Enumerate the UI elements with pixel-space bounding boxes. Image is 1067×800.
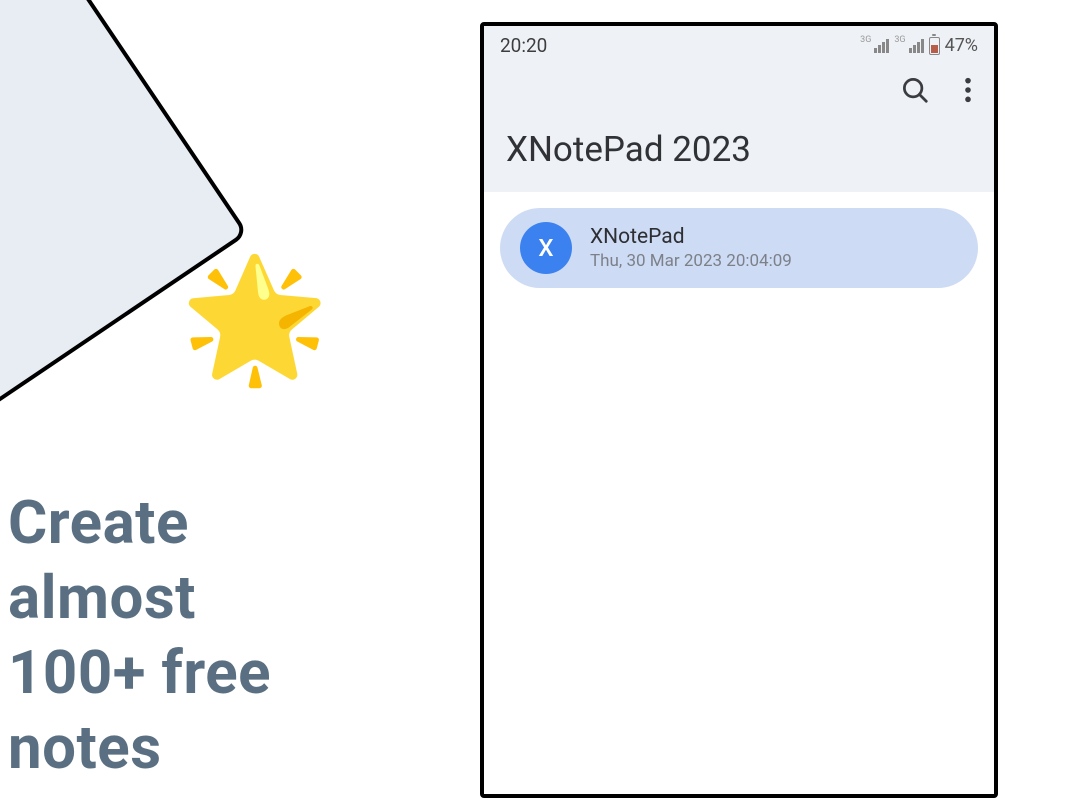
- marketing-line: notes: [8, 710, 271, 785]
- signal-icon: [874, 39, 889, 53]
- marketing-headline: Create almost 100+ free notes: [8, 485, 271, 785]
- marketing-line: Create: [8, 485, 271, 560]
- marketing-line: 100+ free: [8, 635, 271, 710]
- battery-percent: 47%: [945, 35, 978, 56]
- signal-icon: [909, 39, 924, 53]
- battery-icon: [929, 37, 940, 55]
- network-label-2: 3G: [894, 35, 905, 45]
- note-avatar: X: [520, 222, 572, 274]
- more-menu-icon[interactable]: [964, 76, 972, 104]
- phone-header: 20:20 3G 3G 47%: [484, 26, 994, 192]
- sparkle-star-icon: 🌟: [180, 260, 329, 380]
- search-icon[interactable]: [900, 75, 930, 105]
- status-time: 20:20: [500, 34, 547, 57]
- network-label-1: 3G: [860, 35, 871, 45]
- note-date: Thu, 30 Mar 2023 20:04:09: [590, 251, 792, 271]
- note-item[interactable]: X XNotePad Thu, 30 Mar 2023 20:04:09: [500, 208, 978, 288]
- phone-frame: 20:20 3G 3G 47%: [480, 22, 998, 798]
- status-indicators: 3G 3G 47%: [860, 35, 978, 56]
- note-title: XNotePad: [590, 225, 792, 249]
- note-body: XNotePad Thu, 30 Mar 2023 20:04:09: [590, 225, 792, 271]
- notes-list[interactable]: X XNotePad Thu, 30 Mar 2023 20:04:09: [484, 192, 994, 794]
- status-bar: 20:20 3G 3G 47%: [484, 26, 994, 61]
- toolbar: [484, 61, 994, 113]
- marketing-line: almost: [8, 560, 271, 635]
- app-title: XNotePad 2023: [484, 113, 994, 182]
